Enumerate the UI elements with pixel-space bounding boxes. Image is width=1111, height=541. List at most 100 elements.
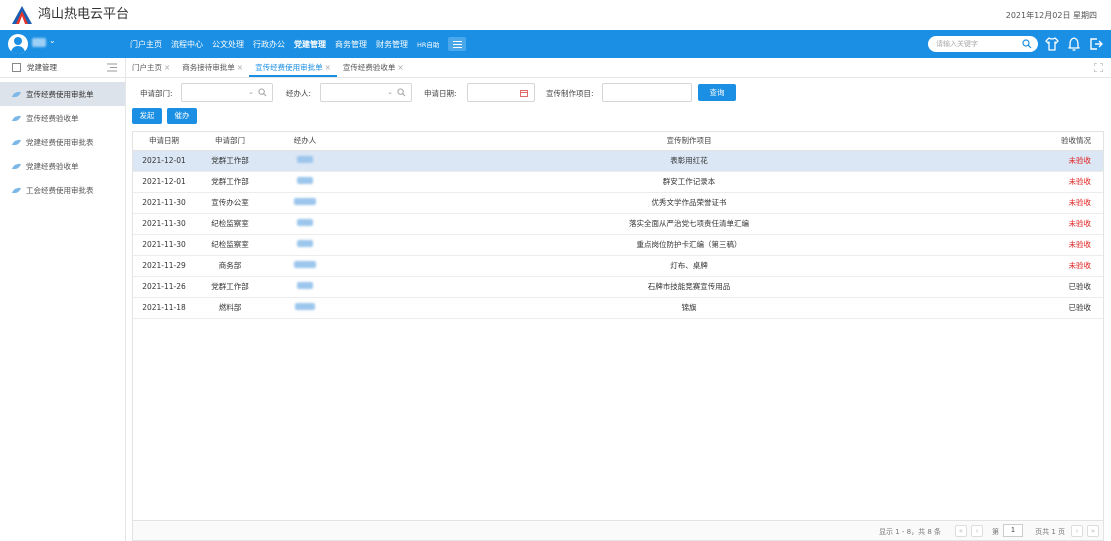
handler-select[interactable]: ⌄ xyxy=(320,83,412,102)
date-label: 申请日期: xyxy=(424,89,457,98)
tab-publicity-approval[interactable]: 宣传经费使用审批单 × xyxy=(249,58,337,77)
tab-bar: 门户主页 × 商务接待审批单 × 宣传经费使用审批单 × 宣传经费验收单 × xyxy=(126,58,1111,78)
main-menu: 门户主页 流程中心 公文处理 行政办公 党建管理 商务管理 财务管理 HR自助 xyxy=(130,30,467,58)
leaf-icon xyxy=(12,187,21,193)
current-date: 2021年12月02日 星期四 xyxy=(1005,11,1097,20)
close-icon[interactable]: × xyxy=(237,63,243,72)
last-page-icon[interactable]: » xyxy=(1087,525,1099,537)
sidebar-item-publicity-approval[interactable]: 宣传经费使用审批单 xyxy=(0,82,125,106)
search-input[interactable] xyxy=(936,39,1016,49)
table-row[interactable]: 2021-11-30 纪检监察室 重点岗位防护卡汇编（第三稿） 未验收 xyxy=(133,234,1103,256)
dept-label: 申请部门: xyxy=(140,89,173,98)
table-row[interactable]: 2021-11-18 燃料部 锦旗 已验收 xyxy=(133,297,1103,319)
cell-handler-blurred xyxy=(265,213,345,235)
tab-portal[interactable]: 门户主页 × xyxy=(126,58,176,77)
menu-item-office[interactable]: 行政办公 xyxy=(253,39,285,50)
table-row[interactable]: 2021-11-26 党群工作部 石牌市技能竞赛宣传用品 已验收 xyxy=(133,276,1103,298)
table-row[interactable]: 2021-11-30 纪检监察室 落实全面从严治党七项责任清单汇编 未验收 xyxy=(133,213,1103,235)
menu-toggle-icon[interactable] xyxy=(448,37,467,51)
cell-dept: 燃料部 xyxy=(195,297,265,319)
menu-item-party[interactable]: 党建管理 xyxy=(294,39,326,50)
leaf-icon xyxy=(12,139,21,145)
cell-project: 重点岗位防护卡汇编（第三稿） xyxy=(345,234,1033,256)
search-icon[interactable] xyxy=(1022,39,1032,49)
cell-project: 落实全面从严治党七项责任清单汇编 xyxy=(345,213,1033,235)
cell-project: 优秀文学作品荣誉证书 xyxy=(345,192,1033,214)
page-number-input[interactable] xyxy=(1003,524,1023,537)
search-icon[interactable] xyxy=(397,88,406,97)
search-icon[interactable] xyxy=(258,88,267,97)
project-input[interactable] xyxy=(602,83,692,102)
username-blurred[interactable] xyxy=(32,38,46,47)
table-row[interactable]: 2021-11-30 宣传办公室 优秀文学作品荣誉证书 未验收 xyxy=(133,192,1103,214)
cell-handler-blurred xyxy=(265,150,345,172)
sidebar-item-party-acceptance[interactable]: 党建经费验收单 xyxy=(0,154,125,178)
tab-business-reception[interactable]: 商务接待审批单 × xyxy=(176,58,249,77)
sidebar-item-publicity-acceptance[interactable]: 宣传经费验收单 xyxy=(0,106,125,130)
leaf-icon xyxy=(12,163,21,169)
column-header-date[interactable]: 申请日期 xyxy=(133,132,195,151)
shirt-icon[interactable] xyxy=(1044,36,1060,52)
table-row[interactable]: 2021-11-29 商务部 灯布、桌牌 未验收 xyxy=(133,255,1103,277)
cell-handler-blurred xyxy=(265,171,345,193)
start-button[interactable]: 发起 xyxy=(132,108,162,124)
chevron-down-icon[interactable]: ⌄ xyxy=(49,36,56,45)
menu-item-business[interactable]: 商务管理 xyxy=(335,39,367,50)
top-nav: ⌄ 门户主页 流程中心 公文处理 行政办公 党建管理 商务管理 财务管理 HR自… xyxy=(0,30,1111,58)
sidebar: 党建管理 宣传经费使用审批单 宣传经费验收单 党建经费使用审批表 党建经费验收单… xyxy=(0,58,126,541)
chevron-down-icon: ⌄ xyxy=(387,88,393,96)
column-header-status[interactable]: 验收情况 xyxy=(1033,132,1103,151)
page-suffix: 页共 1 页 xyxy=(1035,528,1065,536)
next-page-icon[interactable]: › xyxy=(1071,525,1083,537)
logout-icon[interactable] xyxy=(1088,36,1104,52)
fullscreen-icon[interactable] xyxy=(1094,63,1103,72)
prev-page-icon[interactable]: ‹ xyxy=(971,525,983,537)
cell-project: 锦旗 xyxy=(345,297,1033,319)
menu-item-finance[interactable]: 财务管理 xyxy=(376,39,408,50)
search-box[interactable] xyxy=(928,36,1038,52)
cell-date: 2021-11-26 xyxy=(133,276,195,298)
first-page-icon[interactable]: « xyxy=(955,525,967,537)
query-button[interactable]: 查询 xyxy=(698,84,736,101)
column-header-handler[interactable]: 经办人 xyxy=(265,132,345,151)
filter-bar: 申请部门: ⌄ 经办人: ⌄ 申请日期: 宣传制作项目: 查询 xyxy=(126,82,1111,104)
table-row[interactable]: 2021-12-01 党群工作部 表彰用红花 未验收 xyxy=(133,150,1103,172)
sidebar-item-party-approval[interactable]: 党建经费使用审批表 xyxy=(0,130,125,154)
cell-handler-blurred xyxy=(265,234,345,256)
bell-icon[interactable] xyxy=(1066,36,1082,52)
cell-status: 已验收 xyxy=(1033,297,1103,319)
cell-date: 2021-11-30 xyxy=(133,192,195,214)
cell-project: 石牌市技能竞赛宣传用品 xyxy=(345,276,1033,298)
pager-summary: 显示 1 - 8，共 8 条 xyxy=(878,528,941,536)
cell-date: 2021-12-01 xyxy=(133,150,195,172)
date-input[interactable] xyxy=(467,83,535,102)
cell-date: 2021-11-18 xyxy=(133,297,195,319)
leaf-icon xyxy=(12,91,21,97)
close-icon[interactable]: × xyxy=(397,63,403,72)
menu-item-hr[interactable]: HR自助 xyxy=(417,39,439,49)
cell-status: 未验收 xyxy=(1033,213,1103,235)
menu-item-workflow[interactable]: 流程中心 xyxy=(171,39,203,50)
avatar[interactable] xyxy=(8,34,28,54)
menu-item-portal[interactable]: 门户主页 xyxy=(130,39,162,50)
table-row[interactable]: 2021-12-01 党群工作部 群安工作记录本 未验收 xyxy=(133,171,1103,193)
cell-date: 2021-11-30 xyxy=(133,213,195,235)
column-header-dept[interactable]: 申请部门 xyxy=(195,132,265,151)
menu-item-documents[interactable]: 公文处理 xyxy=(212,39,244,50)
pagination: 显示 1 - 8，共 8 条 « ‹ 第 页共 1 页 › » xyxy=(132,521,1104,541)
dept-select[interactable]: ⌄ xyxy=(181,83,273,102)
table-header-row: 申请日期 申请部门 经办人 宣传制作项目 验收情况 xyxy=(133,132,1103,151)
cell-dept: 党群工作部 xyxy=(195,171,265,193)
page-prefix: 第 xyxy=(992,528,999,536)
column-header-project[interactable]: 宣传制作项目 xyxy=(345,132,1033,151)
sidebar-item-union-approval[interactable]: 工会经费使用审批表 xyxy=(0,178,125,202)
handler-label: 经办人: xyxy=(286,89,312,98)
tab-publicity-acceptance[interactable]: 宣传经费验收单 × xyxy=(337,58,410,77)
collapse-sidebar-icon[interactable] xyxy=(107,63,117,72)
close-icon[interactable]: × xyxy=(325,63,331,72)
urge-button[interactable]: 催办 xyxy=(167,108,197,124)
calendar-icon[interactable] xyxy=(520,89,528,97)
document-icon xyxy=(12,63,21,72)
sidebar-title: 党建管理 xyxy=(27,63,57,72)
close-icon[interactable]: × xyxy=(164,63,170,72)
